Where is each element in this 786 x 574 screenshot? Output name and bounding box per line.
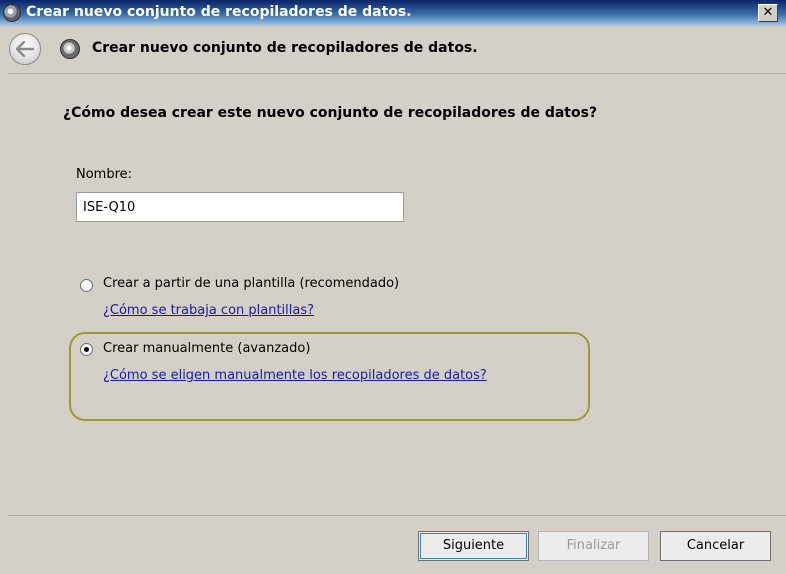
window-title: Crear nuevo conjunto de recopiladores de… [26, 4, 412, 20]
templates-help-link[interactable]: ¿Cómo se trabaja con plantillas? [103, 303, 314, 318]
manual-help-link[interactable]: ¿Cómo se eligen manualmente los recopila… [103, 368, 487, 383]
page-question: ¿Cómo desea crear este nuevo conjunto de… [63, 105, 598, 121]
name-input[interactable] [76, 192, 404, 222]
option-manual-label[interactable]: Crear manualmente (avanzado) [103, 341, 310, 356]
wizard-header: Crear nuevo conjunto de recopiladores de… [0, 26, 786, 73]
back-arrow-icon [16, 41, 34, 57]
data-collector-icon [60, 39, 80, 59]
option-template-label[interactable]: Crear a partir de una plantilla (recomen… [103, 276, 399, 291]
next-button[interactable]: Siguiente [418, 531, 529, 561]
radio-template[interactable] [80, 279, 93, 292]
cancel-button[interactable]: Cancelar [660, 531, 771, 561]
app-icon [3, 4, 21, 22]
name-label: Nombre: [76, 167, 133, 182]
finish-button[interactable]: Finalizar [538, 531, 649, 561]
wizard-title: Crear nuevo conjunto de recopiladores de… [92, 40, 478, 56]
wizard-content: ¿Cómo desea crear este nuevo conjunto de… [8, 73, 786, 516]
back-button[interactable] [9, 33, 41, 65]
radio-manual[interactable] [80, 343, 93, 356]
close-icon[interactable]: ✕ [758, 4, 778, 22]
wizard-footer: Siguiente Finalizar Cancelar [8, 515, 786, 574]
title-bar: Crear nuevo conjunto de recopiladores de… [0, 0, 786, 26]
